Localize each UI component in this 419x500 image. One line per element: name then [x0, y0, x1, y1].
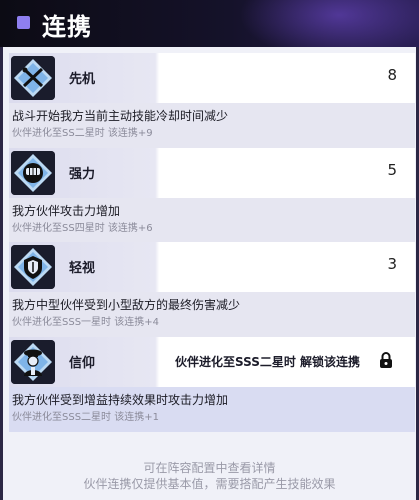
card-body: 我方中型伙伴受到小型敌方的最终伤害减少 伙伴进化至SSS一星时 该连携+4 [9, 292, 415, 337]
card-head: 轻视 3 [9, 242, 415, 292]
card-body: 我方伙伴受到增益持续效果时攻击力增加 伙伴进化至SSS二星时 该连携+1 [9, 387, 415, 432]
footer-hint-1: 可在阵容配置中查看详情 [143, 461, 276, 475]
skill-condition: 伙伴进化至SSS二星时 该连携+1 [12, 412, 159, 423]
skill-condition: 伙伴进化至SSS一星时 该连携+4 [12, 317, 159, 328]
priest-icon [11, 340, 55, 384]
skill-description: 我方伙伴受到增益持续效果时攻击力增加 [12, 393, 229, 407]
skill-name: 强力 [69, 167, 96, 182]
skill-value: 3 [387, 255, 397, 273]
synergy-panel: 先机 8 战斗开始我方当前主动技能冷却时间减少 伙伴进化至SS二星时 该连携+9 [0, 47, 419, 500]
synergy-card-2[interactable]: 强力 5 我方伙伴攻击力增加 伙伴进化至SS四星时 该连携+6 [9, 148, 415, 243]
skill-value: 8 [387, 66, 397, 84]
skill-name: 先机 [69, 72, 96, 87]
card-head: 先机 8 [9, 53, 415, 103]
fist-icon [11, 151, 55, 195]
skill-name: 轻视 [69, 261, 96, 276]
shield-icon [11, 245, 55, 289]
card-body: 我方伙伴攻击力增加 伙伴进化至SS四星时 该连携+6 [9, 198, 415, 243]
footer-hint-2: 伙伴连携仅提供基本值，需要搭配产生技能效果 [83, 477, 336, 491]
unlock-condition-text: 伙伴进化至SSS二星时 解锁该连携 [175, 355, 361, 369]
card-body: 战斗开始我方当前主动技能冷却时间减少 伙伴进化至SS二星时 该连携+9 [9, 103, 415, 148]
lock-icon [379, 351, 393, 369]
sword-cross-icon [11, 56, 55, 100]
header-bar: 连携 [0, 0, 419, 47]
card-head: 强力 5 [9, 148, 415, 198]
page-title: 连携 [42, 13, 92, 41]
skill-value: 5 [387, 161, 397, 179]
skill-condition: 伙伴进化至SS二星时 该连携+9 [12, 128, 153, 139]
skill-description: 我方伙伴攻击力增加 [12, 204, 121, 218]
header-glow [239, 0, 419, 47]
skill-name: 信仰 [69, 356, 96, 371]
title-marker-icon [17, 16, 30, 29]
skill-description: 我方中型伙伴受到小型敌方的最终伤害减少 [12, 298, 241, 312]
card-head: 信仰 伙伴进化至SSS二星时 解锁该连携 [9, 337, 415, 387]
synergy-card-4[interactable]: 信仰 伙伴进化至SSS二星时 解锁该连携 我方伙伴受到增益持续效果时攻击力增加 … [9, 337, 415, 432]
skill-description: 战斗开始我方当前主动技能冷却时间减少 [12, 109, 229, 123]
skill-condition: 伙伴进化至SS四星时 该连携+6 [12, 223, 153, 234]
synergy-card-1[interactable]: 先机 8 战斗开始我方当前主动技能冷却时间减少 伙伴进化至SS二星时 该连携+9 [9, 53, 415, 148]
synergy-card-3[interactable]: 轻视 3 我方中型伙伴受到小型敌方的最终伤害减少 伙伴进化至SSS一星时 该连携… [9, 242, 415, 337]
